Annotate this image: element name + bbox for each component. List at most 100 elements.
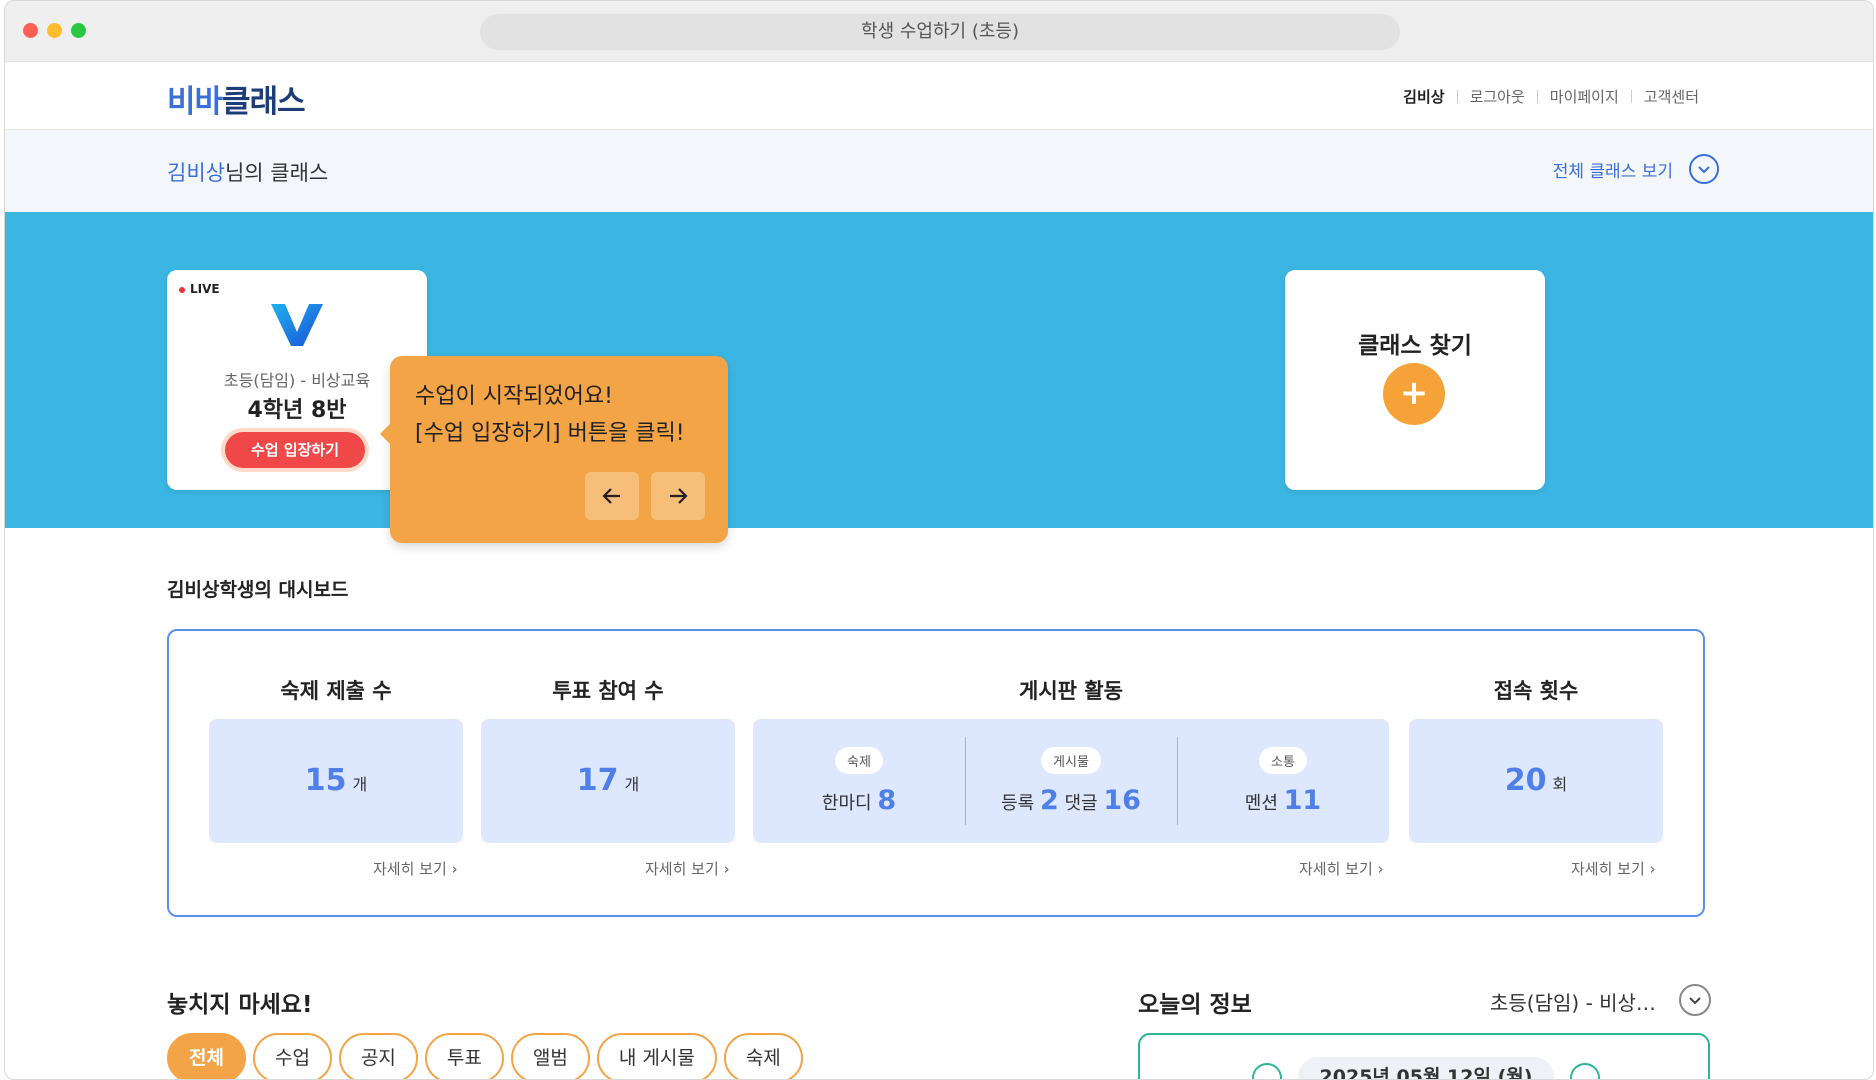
view-all-classes-button[interactable]: 전체 클래스 보기 [1553, 154, 1719, 184]
class-name: 4학년 8반 [247, 398, 347, 423]
board-comm-pill: 소통 [1259, 747, 1307, 774]
owner-name: 김비상 [167, 161, 225, 185]
today-info-title: 오늘의 정보 [1138, 992, 1252, 1018]
arrow-right-icon [670, 488, 688, 504]
nav-mypage[interactable]: 마이페이지 [1538, 86, 1631, 107]
tooltip-arrow [380, 424, 390, 444]
chip-album[interactable]: 앨범 [510, 1033, 590, 1079]
logo-part-b: 클래스 [222, 84, 306, 120]
board-post-reg-value: 2 [1039, 785, 1059, 816]
homework-more-link[interactable]: 자세히 보기 › [373, 858, 458, 879]
chevron-right-icon: › [451, 860, 458, 878]
vote-count-unit: 개 [624, 775, 640, 794]
board-comm-value: 11 [1283, 785, 1322, 816]
board-post-comment-value: 16 [1103, 785, 1141, 816]
chevron-down-icon [1689, 997, 1701, 1005]
find-class-title: 클래스 찾기 [1358, 333, 1472, 359]
chip-my-posts[interactable]: 내 게시물 [596, 1033, 717, 1079]
top-nav: 김비상 로그아웃 마이페이지 고객센터 [1391, 86, 1711, 107]
homework-count-unit: 개 [352, 775, 368, 794]
maximize-window-button[interactable] [71, 23, 86, 38]
board-post-comment-label: 댓글 [1064, 793, 1098, 814]
class-owner-title: 김비상님의 클래스 [167, 157, 328, 187]
nav-logout[interactable]: 로그아웃 [1458, 86, 1537, 107]
chevron-right-icon: › [1377, 860, 1384, 878]
tooltip-prev-button[interactable] [585, 472, 639, 520]
tooltip-line-1: 수업이 시작되었어요! [415, 384, 613, 409]
close-window-button[interactable] [23, 23, 38, 38]
plus-icon[interactable]: + [1383, 363, 1445, 425]
class-subheader: 김비상님의 클래스 전체 클래스 보기 [5, 130, 1873, 212]
board-post-reg-label: 등록 [1001, 793, 1035, 814]
chip-class[interactable]: 수업 [252, 1033, 332, 1079]
more-label: 자세히 보기 [1299, 860, 1373, 878]
view-all-label: 전체 클래스 보기 [1552, 161, 1673, 182]
access-count-value-row: 20 회 [1409, 763, 1663, 798]
board-comm-col: 소통 멘션 11 [1177, 719, 1389, 843]
vbrand-logo-icon [271, 304, 323, 346]
board-post-pill: 게시물 [1041, 747, 1101, 774]
board-more-link[interactable]: 자세히 보기 › [1299, 858, 1384, 879]
chip-homework[interactable]: 숙제 [723, 1033, 803, 1079]
tooltip-line-2: [수업 입장하기] 버튼을 클릭! [415, 421, 685, 446]
school-select-value[interactable]: 초등(담임) - 비상… [1490, 987, 1656, 1016]
owner-suffix: 님의 클래스 [224, 161, 329, 185]
date-display: 2025년 05월 12일 (월) [1298, 1057, 1554, 1079]
vote-more-link[interactable]: 자세히 보기 › [645, 858, 730, 879]
chevron-down-icon [1689, 154, 1719, 184]
board-homework-pill: 숙제 [835, 747, 883, 774]
minimize-window-button[interactable] [47, 23, 62, 38]
board-comm-value-row: 멘션 11 [1177, 785, 1389, 816]
title-bar: 학생 수업하기 (초등) [5, 1, 1873, 62]
live-label: LIVE [190, 282, 220, 296]
homework-count-value: 15 [304, 763, 347, 798]
tooltip-text: 수업이 시작되었어요! [수업 입장하기] 버튼을 클릭! [415, 378, 685, 452]
dont-miss-title: 놓치지 마세요! [167, 992, 313, 1018]
board-activity-label: 게시판 활동 [1019, 679, 1123, 703]
enter-class-button[interactable]: 수업 입장하기 [225, 432, 365, 468]
prev-date-button[interactable] [1252, 1063, 1282, 1079]
more-label: 자세히 보기 [373, 860, 447, 878]
access-count-unit: 회 [1552, 775, 1568, 794]
class-card[interactable]: LIVE 초등(담임) - 비상교육 4학년 8반 수업 입장하기 [167, 270, 427, 490]
board-post-value-row: 등록 2 댓글 16 [965, 785, 1177, 816]
board-homework-value: 8 [877, 785, 897, 816]
access-count-value: 20 [1504, 763, 1547, 798]
vote-count-label: 투표 참여 수 [552, 679, 664, 703]
guide-tooltip: 수업이 시작되었어요! [수업 입장하기] 버튼을 클릭! [380, 356, 728, 543]
nav-user-name[interactable]: 김비상 [1391, 86, 1456, 107]
live-dot-icon [179, 286, 185, 293]
board-activity-tile: 숙제 한마디 8 게시물 등록 2 댓글 16 소통 멘션 11 [753, 719, 1389, 843]
vote-count-tile: 17 개 [481, 719, 735, 843]
dashboard-panel: 숙제 제출 수 15 개 자세히 보기 › 투표 참여 수 17 개 자세히 보기 … [167, 629, 1705, 917]
nav-support[interactable]: 고객센터 [1632, 86, 1711, 107]
dashboard-title: 김비상학생의 대시보드 [167, 579, 349, 601]
chevron-right-icon: › [723, 860, 730, 878]
chevron-right-icon: › [1649, 860, 1656, 878]
vote-count-value: 17 [576, 763, 619, 798]
board-post-col: 게시물 등록 2 댓글 16 [965, 719, 1177, 843]
vote-count-value-row: 17 개 [481, 763, 735, 798]
chip-all[interactable]: 전체 [167, 1033, 246, 1079]
homework-count-tile: 15 개 [209, 719, 463, 843]
next-date-button[interactable] [1570, 1063, 1600, 1079]
logo-part-a: 비바 [167, 84, 223, 120]
more-label: 자세히 보기 [645, 860, 719, 878]
live-badge: LIVE [179, 282, 220, 296]
filter-chips: 전체 수업 공지 투표 앨범 내 게시물 숙제 [167, 1033, 803, 1079]
address-bar[interactable]: 학생 수업하기 (초등) [480, 14, 1400, 50]
chip-notice[interactable]: 공지 [338, 1033, 418, 1079]
access-count-tile: 20 회 [1409, 719, 1663, 843]
access-more-link[interactable]: 자세히 보기 › [1571, 858, 1656, 879]
homework-count-value-row: 15 개 [209, 763, 463, 798]
chip-vote[interactable]: 투표 [424, 1033, 504, 1079]
arrow-left-icon [602, 488, 620, 504]
site-header: 비바클래스 김비상 로그아웃 마이페이지 고객센터 [5, 62, 1873, 130]
browser-window: 학생 수업하기 (초등) 비바클래스 김비상 로그아웃 마이페이지 고객센터 김… [4, 0, 1874, 1080]
logo[interactable]: 비바클래스 [167, 76, 306, 121]
class-school: 초등(담임) - 비상교육 [223, 371, 371, 390]
find-class-card[interactable]: 클래스 찾기 + [1285, 270, 1545, 490]
class-banner: LIVE 초등(담임) - 비상교육 4학년 8반 수업 입장하기 클래스 찾기… [5, 212, 1873, 528]
school-select-dropdown[interactable] [1679, 984, 1711, 1016]
tooltip-next-button[interactable] [651, 472, 705, 520]
